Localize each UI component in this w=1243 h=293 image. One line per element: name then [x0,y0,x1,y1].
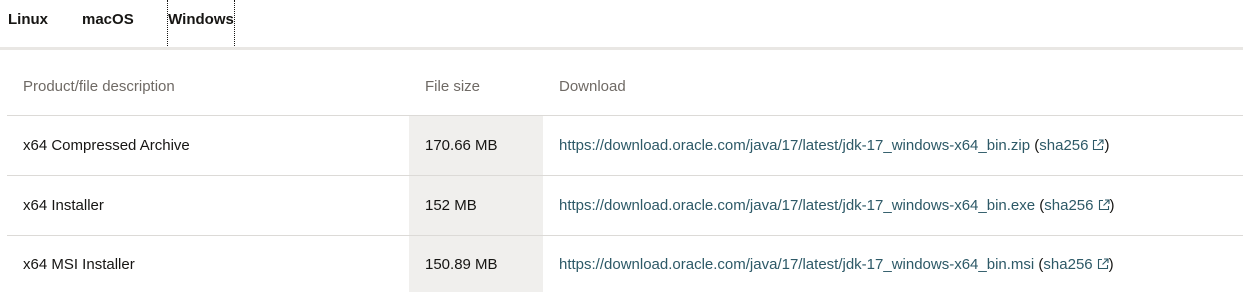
sha256-link[interactable]: sha256 [1044,197,1110,214]
sha256-label: sha256 [1044,197,1094,214]
header-file-size: File size [409,57,543,116]
row-description: x64 Installer [7,175,409,236]
row-download-cell: https://download.oracle.com/java/17/late… [543,175,1243,236]
table-header-row: Product/file description File size Downl… [7,57,1243,116]
row-file-size: 170.66 MB [409,115,543,176]
row-file-size: 150.89 MB [409,235,543,292]
table-row: x64 Installer 152 MB https://download.or… [7,175,1243,236]
sha256-label: sha256 [1043,255,1093,273]
sha256-link[interactable]: sha256 [1043,255,1109,273]
header-download: Download [543,57,1243,116]
os-tabs: Linux macOS Windows [0,0,1243,50]
sha256-link[interactable]: sha256 [1039,137,1105,154]
downloads-table: Product/file description File size Downl… [7,57,1243,292]
table-row: x64 Compressed Archive 170.66 MB https:/… [7,115,1243,176]
table-row: x64 MSI Installer 150.89 MB https://down… [7,235,1243,292]
tab-windows[interactable]: Windows [167,0,235,49]
sha256-label: sha256 [1039,137,1089,154]
row-file-size: 152 MB [409,175,543,236]
download-link[interactable]: https://download.oracle.com/java/17/late… [559,137,1030,154]
row-download-cell: https://download.oracle.com/java/17/late… [543,115,1243,176]
download-link[interactable]: https://download.oracle.com/java/17/late… [559,256,1034,273]
row-description: x64 MSI Installer [23,255,135,273]
row-download-cell: https://download.oracle.com/java/17/late… [559,255,1114,273]
header-description: Product/file description [7,57,409,116]
external-link-icon [1098,199,1110,211]
tab-linux[interactable]: Linux [8,8,48,48]
download-link[interactable]: https://download.oracle.com/java/17/late… [559,197,1035,214]
external-link-icon [1093,139,1105,151]
external-link-icon [1097,257,1109,269]
tab-macos[interactable]: macOS [82,8,134,48]
tab-divider [0,47,1243,50]
row-description: x64 Compressed Archive [7,115,409,176]
